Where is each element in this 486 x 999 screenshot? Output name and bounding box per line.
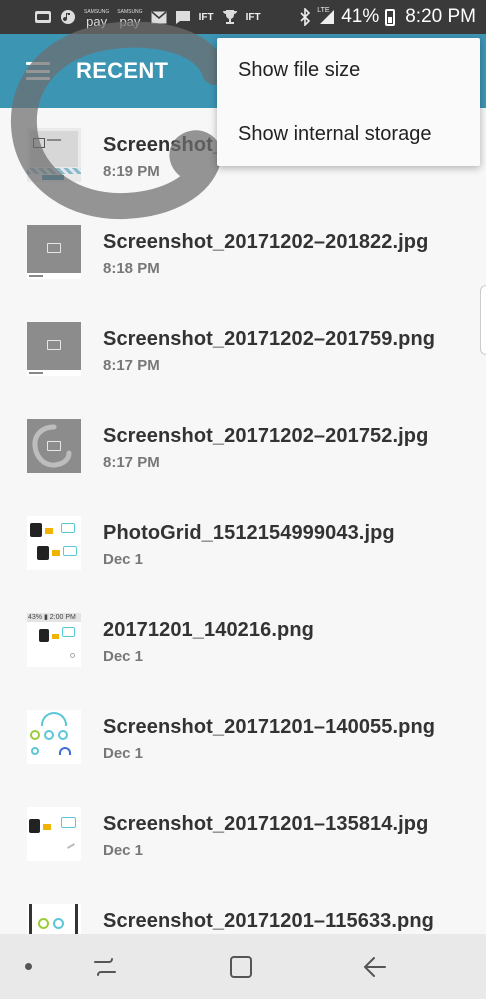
- list-item[interactable]: Screenshot_20171201–115633.png: [0, 884, 486, 934]
- file-name: Screenshot_20171202–201759.png: [103, 328, 436, 350]
- file-thumbnail: [27, 322, 81, 376]
- samsung-pay-label-2: pay: [119, 14, 141, 29]
- signal-icon: LTE: [317, 7, 335, 25]
- file-thumbnail: [27, 904, 81, 934]
- list-item[interactable]: PhotoGrid_1512154999043.jpg Dec 1: [0, 496, 486, 593]
- file-name: Screenshot_20171201–140055.png: [103, 716, 436, 738]
- file-date: 8:17 PM: [103, 357, 160, 374]
- list-item[interactable]: Screenshot_20171202–201752.jpg 8:17 PM: [0, 399, 486, 496]
- file-thumbnail: [27, 128, 81, 182]
- file-thumbnail: [27, 710, 81, 764]
- thumb-status-text: 43% ▮ 2:00 PM: [28, 614, 76, 621]
- list-item[interactable]: Screenshot_20171202–201759.png 8:17 PM: [0, 302, 486, 399]
- trophy-icon: [222, 9, 238, 25]
- file-name: Screenshot_: [103, 134, 225, 156]
- samsung-pay-icon-2: SAMSUNG pay: [117, 8, 142, 29]
- bluetooth-icon: [299, 8, 311, 26]
- message-icon: [175, 10, 191, 25]
- file-date: 8:18 PM: [103, 260, 160, 277]
- file-date: Dec 1: [103, 842, 144, 859]
- file-thumbnail: 43% ▮ 2:00 PM: [27, 613, 81, 667]
- file-date: Dec 1: [103, 745, 144, 762]
- list-item[interactable]: Screenshot_20171202–201822.jpg 8:18 PM: [0, 205, 486, 302]
- page-title: RECENT: [76, 58, 169, 83]
- menu-icon[interactable]: [26, 62, 50, 80]
- list-item[interactable]: Screenshot_20171201–140055.png Dec 1: [0, 690, 486, 787]
- file-name: 20171201_140216.png: [103, 619, 314, 641]
- file-thumbnail: [27, 516, 81, 570]
- file-thumbnail: [27, 807, 81, 861]
- battery-icon: [385, 8, 396, 26]
- file-thumbnail: [27, 225, 81, 279]
- file-date: 8:17 PM: [103, 454, 160, 471]
- menu-item-show-internal-storage[interactable]: Show internal storage: [217, 102, 480, 166]
- nav-dot-icon[interactable]: [25, 963, 32, 970]
- ifttt-icon: IFT: [198, 11, 214, 23]
- home-icon[interactable]: [226, 952, 256, 982]
- gmail-icon: [151, 10, 167, 24]
- battery-percent: 41%: [341, 6, 380, 27]
- samsung-pay-icon: SAMSUNG pay: [84, 8, 109, 29]
- clock: 8:20 PM: [405, 6, 476, 27]
- file-thumbnail: [27, 419, 81, 473]
- network-type: LTE: [317, 7, 330, 14]
- list-item[interactable]: 43% ▮ 2:00 PM 20171201_140216.png Dec 1: [0, 593, 486, 690]
- list-item[interactable]: Screenshot_20171201–135814.jpg Dec 1: [0, 787, 486, 884]
- status-bar: SAMSUNG pay SAMSUNG pay IFT IFT LTE 41% 8:…: [0, 0, 486, 34]
- ifttt-icon-2: IFT: [245, 11, 261, 23]
- file-date: 8:19 PM: [103, 163, 160, 180]
- samsung-pay-label: pay: [86, 14, 108, 29]
- mail-notification-icon: [34, 10, 52, 24]
- navigation-bar: [0, 934, 486, 999]
- file-name: Screenshot_20171202–201752.jpg: [103, 425, 429, 447]
- music-notification-icon: [60, 9, 76, 25]
- recents-icon[interactable]: [90, 952, 120, 982]
- file-name: Screenshot_20171201–115633.png: [103, 910, 434, 932]
- file-date: Dec 1: [103, 648, 144, 665]
- file-name: Screenshot_20171201–135814.jpg: [103, 813, 429, 835]
- file-name: PhotoGrid_1512154999043.jpg: [103, 522, 395, 544]
- overflow-menu: Show file size Show internal storage: [217, 38, 480, 166]
- recent-files-list[interactable]: Screenshot_ 8:19 PM Screenshot_20171202–…: [0, 108, 486, 934]
- fast-scroll-handle[interactable]: [480, 285, 486, 355]
- menu-item-show-file-size[interactable]: Show file size: [217, 38, 480, 102]
- back-icon[interactable]: [360, 952, 390, 982]
- file-date: Dec 1: [103, 551, 144, 568]
- file-name: Screenshot_20171202–201822.jpg: [103, 231, 429, 253]
